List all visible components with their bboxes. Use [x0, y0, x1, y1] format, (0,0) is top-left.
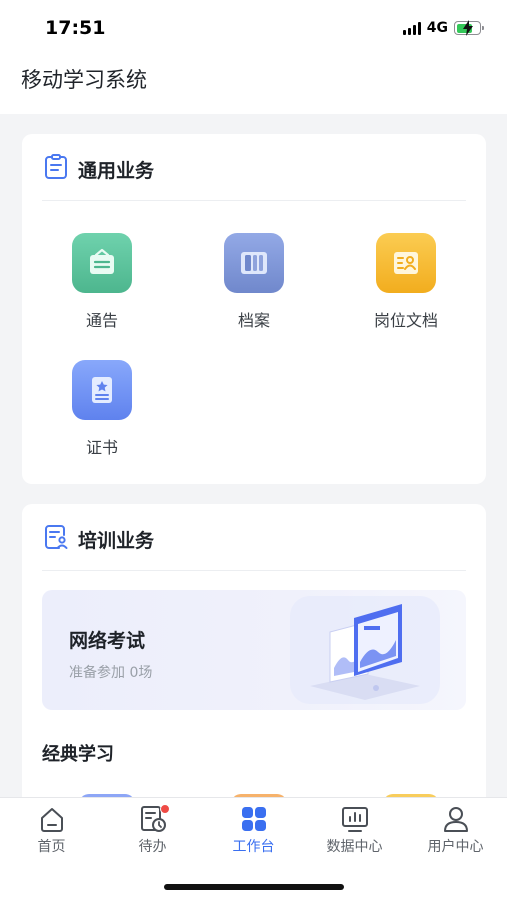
user-center-icon [405, 804, 506, 834]
general-business-header: 通用业务 [44, 154, 464, 184]
status-bar: 17:51 4G [0, 0, 507, 56]
status-indicators: 4G [402, 19, 484, 37]
grid-item-certificate[interactable]: 证书 [47, 360, 157, 460]
clipboard-icon [44, 154, 68, 184]
tab-workbench[interactable]: 工作台 [203, 804, 304, 856]
online-exam-subtitle: 准备参加 0场 [69, 665, 153, 681]
tab-home[interactable]: 首页 [1, 804, 102, 856]
certificate-icon [72, 360, 132, 420]
training-business-title: 培训业务 [78, 529, 155, 552]
divider [42, 200, 466, 201]
tab-todo[interactable]: 待办 [102, 804, 203, 856]
page-title: 移动学习系统 [21, 68, 147, 92]
general-business-card: 通用业务 通告 档案 岗位文档 证书 [22, 134, 486, 484]
tab-user-center[interactable]: 用户中心 [405, 804, 506, 856]
home-icon [1, 804, 102, 834]
archive-icon [224, 233, 284, 293]
data-center-icon [304, 804, 405, 834]
grid-label: 岗位文档 [373, 311, 438, 330]
grid-item-archive[interactable]: 档案 [199, 233, 309, 333]
notification-badge [160, 804, 170, 814]
status-time: 17:51 [45, 17, 106, 39]
tab-label: 工作台 [232, 839, 275, 855]
todo-icon [102, 804, 203, 834]
online-exam-title: 网络考试 [69, 630, 146, 652]
tab-data-center[interactable]: 数据中心 [304, 804, 405, 856]
tab-label: 用户中心 [427, 839, 484, 855]
grid-label: 证书 [85, 438, 118, 457]
battery-icon [454, 20, 484, 36]
training-business-card: 培训业务 网络考试 准备参加 0场 经典学习 [22, 504, 486, 824]
training-doc-icon [44, 524, 68, 554]
grid-item-job-document[interactable]: 岗位文档 [351, 233, 461, 333]
tab-label: 数据中心 [326, 839, 383, 855]
notice-icon [72, 233, 132, 293]
online-exam-banner[interactable]: 网络考试 准备参加 0场 [42, 590, 466, 710]
divider [42, 570, 466, 571]
general-business-title: 通用业务 [78, 159, 155, 182]
home-indicator[interactable] [164, 884, 344, 890]
tab-label: 待办 [138, 839, 167, 855]
signal-icon [402, 21, 421, 35]
tab-label: 首页 [37, 839, 66, 855]
workbench-icon [203, 804, 304, 834]
grid-item-notice[interactable]: 通告 [47, 233, 157, 333]
training-business-header: 培训业务 [44, 524, 464, 554]
grid-label: 档案 [237, 311, 270, 330]
job-document-icon [376, 233, 436, 293]
network-label: 4G [426, 20, 448, 36]
grid-label: 通告 [85, 311, 118, 330]
app-header: 移动学习系统 [0, 56, 507, 114]
classic-learning-title: 经典学习 [42, 744, 114, 765]
exam-illustration-icon [290, 596, 440, 704]
